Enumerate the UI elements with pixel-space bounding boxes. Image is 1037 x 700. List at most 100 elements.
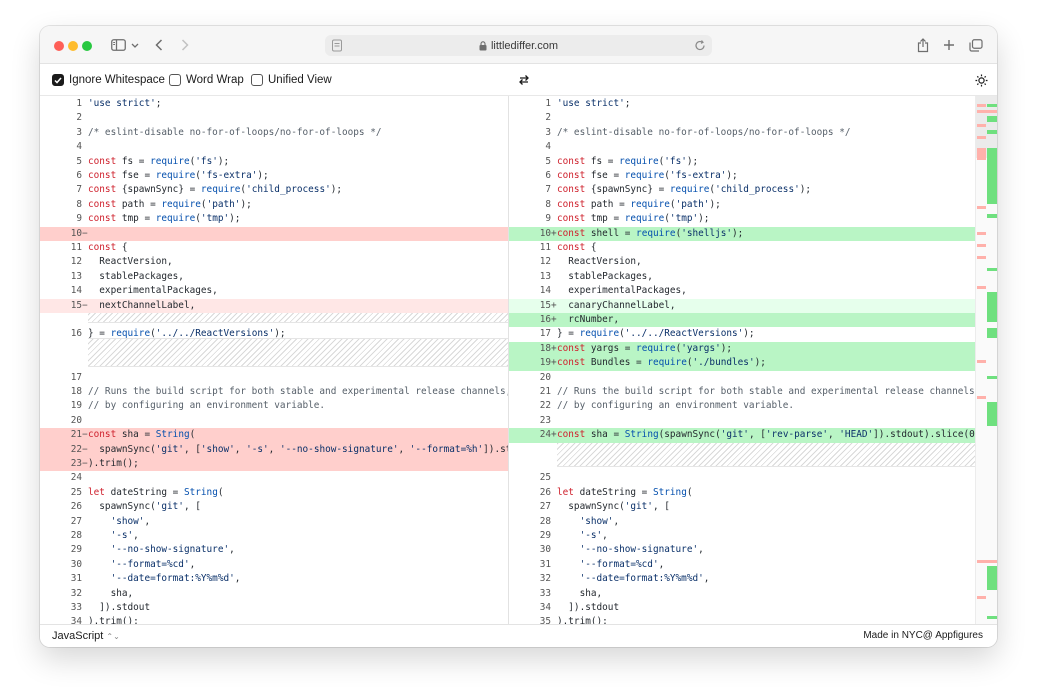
zoom-window-button[interactable] xyxy=(82,41,92,51)
line-number: 23 xyxy=(70,458,82,469)
line-number: 14 xyxy=(70,285,82,297)
ignore-whitespace-checkbox[interactable] xyxy=(52,74,64,86)
line-number: 18 xyxy=(539,342,551,354)
line-number: 32 xyxy=(70,587,82,599)
line-number: 31 xyxy=(539,558,551,570)
unified-view-checkbox[interactable] xyxy=(251,74,263,86)
minimap-added-marker xyxy=(987,104,997,107)
code-line: 32 sha, xyxy=(40,587,508,601)
code-line: 5 const fs = require('fs'); xyxy=(509,155,976,169)
forward-icon[interactable] xyxy=(178,36,192,54)
plus-icon[interactable] xyxy=(942,36,956,54)
line-number: 34 xyxy=(539,602,551,613)
code-line: 33 sha, xyxy=(509,587,976,601)
line-number: 6 xyxy=(545,170,551,181)
code-text: nextChannelLabel, xyxy=(88,299,196,311)
line-number: 29 xyxy=(539,530,551,541)
code-text: const {spawnSync} = require('child_proce… xyxy=(88,184,343,196)
code-line: 18 // Runs the build script for both stab… xyxy=(40,385,508,399)
minimap-removed-marker xyxy=(977,560,997,563)
code-line: 1 'use strict'; xyxy=(40,97,508,111)
code-text: '--no-show-signature', xyxy=(579,544,704,556)
line-number: 3 xyxy=(545,126,551,138)
address-bar[interactable]: littlediffer.com xyxy=(325,35,712,56)
line-number: 22 xyxy=(70,443,82,455)
unified-view-option[interactable]: Unified View xyxy=(251,72,332,88)
code-text: const fse = require('fs-extra'); xyxy=(557,170,738,181)
chevron-down-icon[interactable] xyxy=(130,36,140,54)
code-text: ReactVersion, xyxy=(557,256,642,268)
sidebar-icon[interactable] xyxy=(110,36,126,54)
code-line: 20 xyxy=(40,414,508,428)
code-text: ]).stdout xyxy=(88,602,151,613)
tabs-icon[interactable] xyxy=(968,36,984,54)
code-text: const Bundles = require('./bundles'); xyxy=(557,357,766,369)
share-icon[interactable] xyxy=(916,36,930,54)
minimize-window-button[interactable] xyxy=(68,41,78,51)
removed-line: 22− spawnSync('git', ['show', '-s', '--n… xyxy=(40,442,508,457)
minimap-removed-marker xyxy=(977,286,986,289)
line-number: 18 xyxy=(70,386,82,397)
removed-line: 10− xyxy=(40,226,508,241)
minimap-removed-marker xyxy=(977,124,986,127)
code-text: } = require('../../ReactVersions'); xyxy=(88,328,286,340)
sun-icon[interactable] xyxy=(974,73,988,87)
back-icon[interactable] xyxy=(152,36,166,54)
code-line: 27 'show', xyxy=(40,515,508,529)
code-text: ).trim(); xyxy=(88,458,139,469)
line-number: 11 xyxy=(539,242,551,253)
code-line: 22 // by configuring an environment varia… xyxy=(509,399,976,413)
minimap-removed-marker xyxy=(977,360,986,363)
code-text: ]).stdout xyxy=(557,602,620,613)
code-text: '--date=format:%Y%m%d', xyxy=(579,573,710,585)
code-text: let dateString = String( xyxy=(557,486,693,498)
line-number: 24 xyxy=(70,472,82,484)
language-selector[interactable]: JavaScript ⌃⌄ xyxy=(52,630,120,642)
original-file-pane[interactable]: 1'use strict'; 2 3 /* eslint-disable no-for… xyxy=(40,96,508,624)
line-number: 2 xyxy=(545,112,551,124)
diff-minimap[interactable] xyxy=(975,96,997,624)
minimap-removed-marker xyxy=(977,148,986,160)
removed-line: 23−).trim(); xyxy=(40,457,508,472)
code-text: /* eslint-disable no-for-of-loops/no-for… xyxy=(88,126,382,138)
line-number: 5 xyxy=(545,155,551,167)
lock-icon xyxy=(479,40,487,51)
code-text: const { xyxy=(88,242,128,253)
code-line: 34 ]).stdout xyxy=(509,601,976,615)
minimap-added-marker xyxy=(987,292,997,322)
code-text: spawnSync('git', [ xyxy=(88,501,201,513)
code-line: 7 const {spawnSync} = require('child_proc… xyxy=(509,183,976,197)
code-line: 13 stablePackages, xyxy=(509,270,976,284)
code-line: 30 '--no-show-signature', xyxy=(509,543,976,557)
code-text: experimentalPackages, xyxy=(557,285,687,297)
ignore-whitespace-option[interactable]: Ignore Whitespace xyxy=(52,72,165,88)
page-icon xyxy=(331,39,343,52)
line-number: 21 xyxy=(539,386,551,397)
line-number: 3 xyxy=(76,126,82,138)
line-number: 33 xyxy=(539,587,551,599)
line-number: 4 xyxy=(545,141,551,153)
line-number: 19 xyxy=(70,400,82,412)
line-number: 20 xyxy=(539,371,551,383)
code-line: 27 spawnSync('git', [ xyxy=(509,500,976,514)
line-number: 13 xyxy=(539,270,551,282)
minimap-removed-marker xyxy=(977,396,986,399)
code-text: 'show', xyxy=(579,515,620,527)
code-line: 16} = require('../../ReactVersions'); xyxy=(40,327,508,341)
word-wrap-checkbox[interactable] xyxy=(169,74,181,86)
code-line: 12 ReactVersion, xyxy=(509,255,976,269)
swap-icon[interactable] xyxy=(517,73,531,87)
word-wrap-option[interactable]: Word Wrap xyxy=(169,72,244,88)
reload-icon[interactable] xyxy=(694,39,706,52)
minimap-added-marker xyxy=(987,402,997,426)
close-window-button[interactable] xyxy=(54,41,64,51)
modified-file-pane[interactable]: 1'use strict'; 2 3/* eslint-disable no-for… xyxy=(508,96,976,624)
code-line: 8 const path = require('path'); xyxy=(509,198,976,212)
line-number: 8 xyxy=(76,198,82,210)
line-number: 5 xyxy=(76,155,82,167)
code-line: 24 xyxy=(40,471,508,485)
code-text: // by configuring an environment variabl… xyxy=(557,400,795,412)
code-text: '--no-show-signature', xyxy=(110,544,235,556)
code-text: stablePackages, xyxy=(88,270,184,282)
diff-options-toolbar: Ignore Whitespace Word Wrap Unified View xyxy=(40,64,997,96)
